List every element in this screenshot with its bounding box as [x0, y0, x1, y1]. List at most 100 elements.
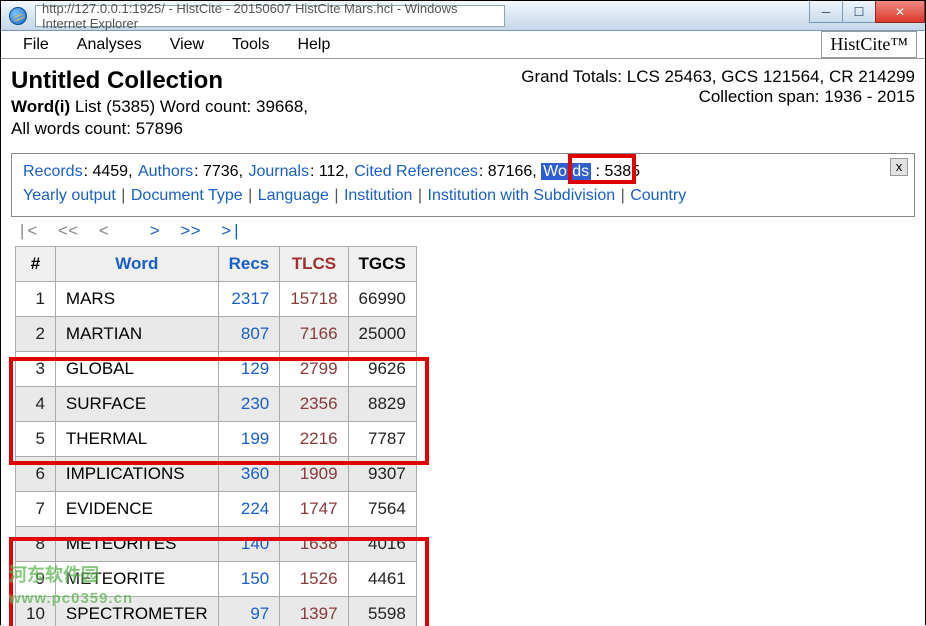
- minimize-button[interactable]: ─: [809, 1, 843, 23]
- row-word[interactable]: METEORITES: [55, 527, 218, 562]
- table-row: 5THERMAL19922167787: [16, 422, 417, 457]
- page-title: Untitled Collection: [11, 67, 308, 95]
- menu-help[interactable]: Help: [283, 33, 344, 57]
- table-row: 2MARTIAN807716625000: [16, 317, 417, 352]
- row-recs[interactable]: 230: [218, 387, 280, 422]
- row-word[interactable]: EVIDENCE: [55, 492, 218, 527]
- table-row: 4SURFACE23023568829: [16, 387, 417, 422]
- pager-prev: <: [99, 223, 109, 242]
- menu-file[interactable]: File: [9, 33, 63, 57]
- link-yearly-output[interactable]: Yearly output: [22, 187, 117, 204]
- row-recs[interactable]: 97: [218, 597, 280, 626]
- col-tgcs: TGCS: [348, 247, 416, 282]
- row-word[interactable]: SURFACE: [55, 387, 218, 422]
- ie-icon: [9, 7, 27, 25]
- row-tgcs: 9626: [348, 352, 416, 387]
- row-tgcs: 25000: [348, 317, 416, 352]
- pager-nextnext[interactable]: >>: [180, 223, 200, 242]
- table-row: 9METEORITE15015264461: [16, 562, 417, 597]
- link-authors[interactable]: Authors: [137, 163, 194, 180]
- row-tgcs: 4016: [348, 527, 416, 562]
- row-word[interactable]: SPECTROMETER: [55, 597, 218, 626]
- url-text: http://127.0.0.1:1925/ - HistCite - 2015…: [42, 1, 498, 31]
- row-recs[interactable]: 140: [218, 527, 280, 562]
- row-index: 3: [16, 352, 56, 387]
- row-tlcs: 15718: [280, 282, 348, 317]
- col-tlcs[interactable]: TLCS: [292, 254, 336, 273]
- menu-bar: File Analyses View Tools Help HistCite™: [1, 31, 925, 59]
- grand-totals: Grand Totals: LCS 25463, GCS 121564, CR …: [521, 67, 915, 87]
- row-recs[interactable]: 199: [218, 422, 280, 457]
- row-word[interactable]: MARTIAN: [55, 317, 218, 352]
- row-recs[interactable]: 807: [218, 317, 280, 352]
- menu-tools[interactable]: Tools: [218, 33, 283, 57]
- row-tlcs: 1638: [280, 527, 348, 562]
- row-tlcs: 2356: [280, 387, 348, 422]
- row-tgcs: 8829: [348, 387, 416, 422]
- row-tgcs: 9307: [348, 457, 416, 492]
- row-index: 8: [16, 527, 56, 562]
- row-tlcs: 1397: [280, 597, 348, 626]
- link-country[interactable]: Country: [629, 187, 687, 204]
- pager-prevprev: <<: [58, 223, 78, 242]
- row-index: 9: [16, 562, 56, 597]
- col-index: #: [16, 247, 56, 282]
- navbox-close-button[interactable]: x: [890, 158, 908, 176]
- brand-label: HistCite™: [821, 31, 917, 58]
- row-tgcs: 7787: [348, 422, 416, 457]
- words-table: # Word Recs TLCS TGCS 1MARS2317157186699…: [15, 246, 417, 626]
- row-word[interactable]: IMPLICATIONS: [55, 457, 218, 492]
- link-journals[interactable]: Journals: [247, 163, 309, 180]
- row-tlcs: 1909: [280, 457, 348, 492]
- row-tlcs: 1526: [280, 562, 348, 597]
- col-recs[interactable]: Recs: [229, 254, 270, 273]
- link-institution-subdivision[interactable]: Institution with Subdivision: [427, 187, 617, 204]
- table-row: 1MARS23171571866990: [16, 282, 417, 317]
- col-word[interactable]: Word: [115, 254, 158, 273]
- row-recs[interactable]: 150: [218, 562, 280, 597]
- menu-view[interactable]: View: [156, 33, 218, 57]
- row-word[interactable]: GLOBAL: [55, 352, 218, 387]
- link-institution[interactable]: Institution: [343, 187, 413, 204]
- pager-last[interactable]: >|: [221, 223, 241, 242]
- row-tlcs: 7166: [280, 317, 348, 352]
- row-recs[interactable]: 360: [218, 457, 280, 492]
- pager-first: |<: [17, 223, 37, 242]
- row-word[interactable]: THERMAL: [55, 422, 218, 457]
- pager-next[interactable]: >: [150, 223, 160, 242]
- table-row: 8METEORITES14016384016: [16, 527, 417, 562]
- nav-summary-box: x Records: 4459, Authors: 7736, Journals…: [11, 153, 915, 217]
- link-records[interactable]: Records: [22, 163, 84, 180]
- maximize-button[interactable]: ☐: [842, 1, 876, 23]
- table-row: 6IMPLICATIONS36019099307: [16, 457, 417, 492]
- table-row: 7EVIDENCE22417477564: [16, 492, 417, 527]
- row-index: 4: [16, 387, 56, 422]
- link-document-type[interactable]: Document Type: [130, 187, 244, 204]
- row-recs[interactable]: 224: [218, 492, 280, 527]
- pager: |< << < > >> >|: [17, 223, 915, 242]
- row-tgcs: 4461: [348, 562, 416, 597]
- row-tgcs: 5598: [348, 597, 416, 626]
- close-button[interactable]: ✕: [875, 1, 925, 23]
- row-recs[interactable]: 129: [218, 352, 280, 387]
- window-titlebar: http://127.0.0.1:1925/ - HistCite - 2015…: [1, 1, 925, 31]
- menu-analyses[interactable]: Analyses: [63, 33, 156, 57]
- row-index: 5: [16, 422, 56, 457]
- row-word[interactable]: METEORITE: [55, 562, 218, 597]
- row-recs[interactable]: 2317: [218, 282, 280, 317]
- row-index: 7: [16, 492, 56, 527]
- row-tlcs: 2216: [280, 422, 348, 457]
- collection-span: Collection span: 1936 - 2015: [521, 87, 915, 107]
- content-area: Untitled Collection Word(i) List (5385) …: [1, 59, 925, 626]
- address-bar[interactable]: http://127.0.0.1:1925/ - HistCite - 2015…: [35, 5, 505, 27]
- list-info-line2: All words count: 57896: [11, 119, 308, 139]
- link-words[interactable]: Words: [541, 163, 591, 180]
- link-language[interactable]: Language: [257, 187, 330, 204]
- row-tlcs: 2799: [280, 352, 348, 387]
- row-word[interactable]: MARS: [55, 282, 218, 317]
- row-index: 2: [16, 317, 56, 352]
- table-row: 3GLOBAL12927999626: [16, 352, 417, 387]
- list-info-line1: Word(i) List (5385) Word count: 39668,: [11, 97, 308, 117]
- link-cited-references[interactable]: Cited References: [353, 163, 479, 180]
- row-index: 1: [16, 282, 56, 317]
